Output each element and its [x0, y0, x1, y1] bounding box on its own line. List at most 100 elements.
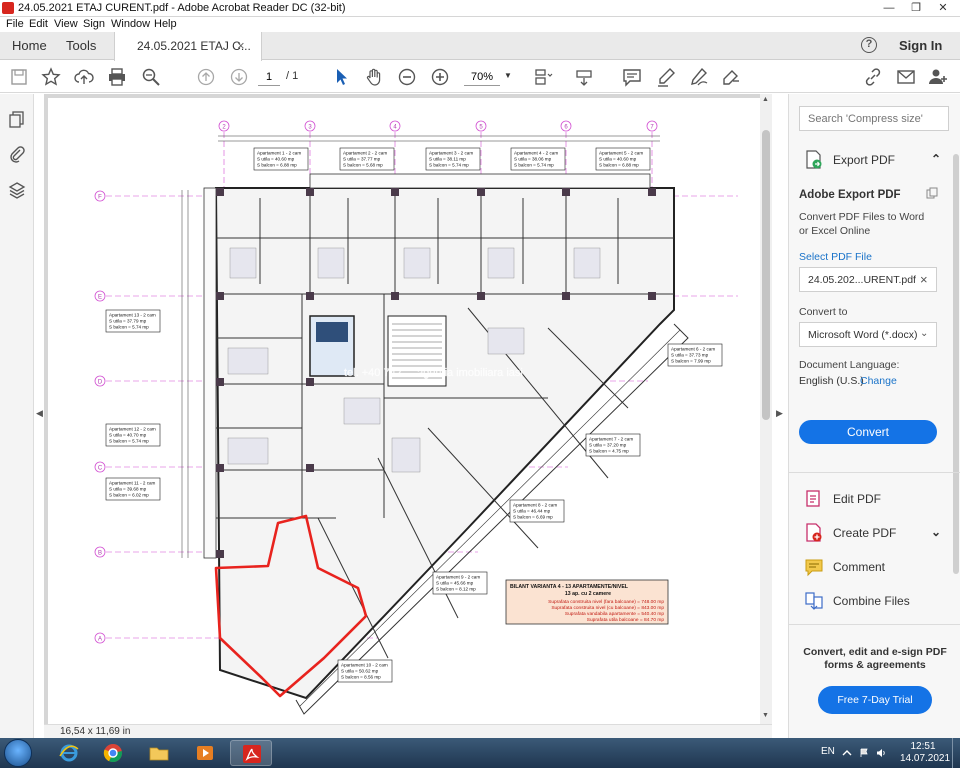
apartment-balcony: S balcon = 5.74 mp: [514, 163, 554, 168]
change-language-link[interactable]: Change: [860, 375, 897, 387]
draw-freehand-icon[interactable]: [689, 67, 709, 87]
combine-files-icon: [805, 591, 823, 611]
vertical-scrollbar[interactable]: ▲ ▼: [760, 94, 772, 724]
sign-in-button[interactable]: Sign In: [899, 38, 942, 53]
show-desktop-button[interactable]: [952, 738, 960, 768]
pdf-page: 234567 FEDCBA tel. +40 742 ... agentia i…: [48, 98, 760, 724]
format-select-value: Microsoft Word (*.docx): [808, 329, 918, 341]
tools-search-input[interactable]: [799, 106, 949, 131]
export-pdf-header[interactable]: Export PDF ⌃: [801, 150, 951, 172]
apartment-balcony: S balcon = 4.75 mp: [589, 449, 629, 454]
chevron-up-icon[interactable]: ⌃: [931, 152, 941, 166]
menu-edit[interactable]: Edit: [29, 17, 48, 32]
taskbar-media-player[interactable]: [184, 740, 226, 766]
scrollbar-thumb[interactable]: [762, 130, 770, 420]
help-icon[interactable]: ?: [861, 37, 877, 53]
apartment-area: S utila = 37.73 mp: [671, 353, 709, 358]
close-tab-icon[interactable]: ×: [237, 38, 245, 53]
scroll-up-arrow[interactable]: ▲: [762, 96, 769, 103]
next-page-icon[interactable]: [229, 67, 249, 87]
page-number-input[interactable]: [258, 68, 280, 86]
zoom-out-icon[interactable]: [397, 67, 417, 87]
action-center-flag-icon[interactable]: [859, 748, 869, 758]
attachments-paperclip-icon[interactable]: [8, 145, 26, 163]
page-thumbnails-icon[interactable]: [8, 110, 26, 128]
save-icon[interactable]: [9, 67, 29, 87]
comment-icon[interactable]: [622, 67, 642, 87]
select-cursor-icon[interactable]: [331, 67, 351, 87]
convert-button[interactable]: Convert: [799, 420, 937, 444]
hand-tool-icon[interactable]: [364, 67, 384, 87]
scrolling-mode-icon[interactable]: [574, 67, 594, 87]
format-select[interactable]: Microsoft Word (*.docx) ⌄: [799, 322, 937, 347]
create-pdf-icon: [805, 523, 823, 543]
menu-window[interactable]: Window: [111, 17, 150, 32]
apartment-area: S utila = 37.77 mp: [343, 157, 381, 162]
document-viewport[interactable]: 234567 FEDCBA tel. +40 742 ... agentia i…: [44, 94, 772, 724]
apartment-area: S utila = 40.60 mp: [257, 157, 295, 162]
menu-file[interactable]: File: [6, 17, 24, 32]
tab-tools[interactable]: Tools: [66, 32, 96, 60]
tool-comment[interactable]: Comment: [801, 557, 951, 579]
taskbar-acrobat-reader[interactable]: [230, 740, 272, 766]
zoom-in-icon[interactable]: [430, 67, 450, 87]
free-trial-button[interactable]: Free 7-Day Trial: [818, 686, 932, 714]
convert-to-label: Convert to: [799, 306, 848, 318]
upload-cloud-icon[interactable]: [74, 67, 94, 87]
tool-combine-files[interactable]: Combine Files: [801, 591, 951, 613]
layers-icon[interactable]: [8, 181, 26, 199]
menu-view[interactable]: View: [54, 17, 78, 32]
close-window-button[interactable]: ✕: [932, 0, 954, 16]
clear-file-icon[interactable]: ×: [920, 272, 928, 287]
selected-file-name: 24.05.202...URENT.pdf: [808, 274, 916, 286]
bilant-subtitle: 13 ap. cu 2 camere: [565, 591, 611, 597]
apartment-name: Apartament 7 - 2 cam: [589, 437, 633, 442]
select-pdf-file-link[interactable]: Select PDF File: [799, 251, 872, 263]
tray-expand-icon[interactable]: [842, 748, 852, 758]
bookmark-star-icon[interactable]: [41, 67, 61, 87]
add-user-icon[interactable]: [928, 67, 948, 87]
menu-sign[interactable]: Sign: [83, 17, 105, 32]
grid-bubble-label: E: [98, 295, 102, 301]
floor-plan-drawing: 234567 FEDCBA tel. +40 742 ... agentia i…: [94, 120, 738, 715]
fill-sign-icon[interactable]: [721, 67, 741, 87]
page-display-icon[interactable]: [533, 67, 553, 87]
edit-pdf-icon: [805, 489, 823, 509]
tab-document[interactable]: 24.05.2021 ETAJ C... ×: [114, 32, 262, 61]
apartment-name: Apartament 1 - 2 cam: [257, 151, 301, 156]
panel-options-icon[interactable]: [926, 187, 938, 199]
collapse-right-pane-arrow[interactable]: ▶: [776, 408, 783, 419]
print-icon[interactable]: [107, 67, 127, 87]
tab-document-label: 24.05.2021 ETAJ C...: [137, 39, 251, 53]
grid-bubble-label: 7: [650, 125, 654, 131]
selected-file-field[interactable]: 24.05.202...URENT.pdf ×: [799, 267, 937, 292]
taskbar-file-explorer[interactable]: [138, 740, 180, 766]
tab-home[interactable]: Home: [12, 32, 47, 60]
zoom-level-input[interactable]: [464, 68, 500, 86]
zoom-dropdown-caret[interactable]: ▼: [504, 71, 512, 80]
scroll-down-arrow[interactable]: ▼: [762, 712, 769, 719]
input-language-indicator[interactable]: EN: [821, 746, 835, 757]
minimize-button[interactable]: —: [878, 0, 900, 16]
bilant-row: Suprafata construita nivel (cu balcoane)…: [551, 605, 664, 611]
email-icon[interactable]: [896, 67, 916, 87]
grid-bubble-label: 2: [222, 125, 226, 131]
tool-create-pdf[interactable]: Create PDF ⌄: [801, 523, 951, 545]
start-button[interactable]: [4, 739, 32, 767]
share-link-icon[interactable]: [863, 67, 883, 87]
taskbar-chrome[interactable]: [92, 740, 134, 766]
menu-help[interactable]: Help: [154, 17, 177, 32]
bilant-title: BILANT VARIANTA 4 - 13 APARTAMENTE/NIVEL: [510, 584, 629, 590]
maximize-button[interactable]: ❐: [905, 0, 927, 16]
collapse-left-pane-arrow[interactable]: ◀: [36, 408, 43, 419]
tool-edit-pdf[interactable]: Edit PDF: [801, 489, 951, 511]
find-zoom-icon[interactable]: [141, 67, 161, 87]
volume-speaker-icon[interactable]: [876, 748, 886, 758]
highlight-pen-icon[interactable]: [656, 67, 676, 87]
system-clock[interactable]: 12:51 14.07.2021: [900, 741, 950, 765]
apartment-area: S utila = 45.66 mp: [436, 581, 474, 586]
chevron-down-icon: ⌄: [920, 328, 929, 339]
chevron-down-icon[interactable]: ⌄: [931, 525, 941, 539]
taskbar-internet-explorer[interactable]: [48, 740, 90, 766]
previous-page-icon[interactable]: [196, 67, 216, 87]
